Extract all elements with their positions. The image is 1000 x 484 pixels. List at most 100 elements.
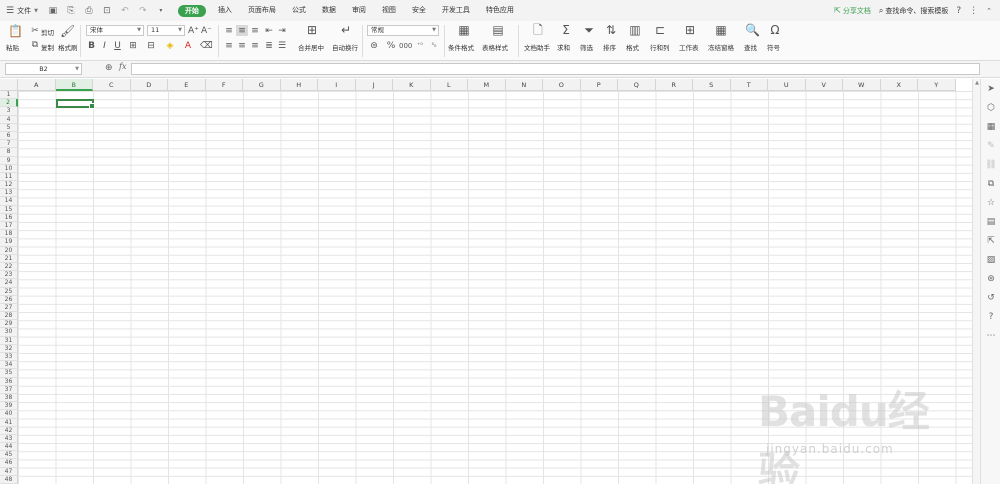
row-header[interactable]: 10	[0, 164, 18, 173]
row-header[interactable]: 27	[0, 303, 18, 313]
percent-icon[interactable]: %	[386, 41, 396, 51]
number-format-select[interactable]: 常规 ▼	[367, 25, 439, 36]
row-header[interactable]: 39	[0, 402, 18, 411]
row-header[interactable]: 40	[0, 410, 18, 419]
freeze-panes-icon[interactable]: ▦	[714, 24, 728, 36]
column-header[interactable]: X	[880, 79, 918, 91]
row-header[interactable]: 30	[0, 328, 18, 337]
sum-icon[interactable]: Σ	[559, 24, 573, 36]
row-header[interactable]: 31	[0, 336, 18, 345]
row-header[interactable]: 33	[0, 353, 18, 362]
font-size-select[interactable]: 11 ▼	[147, 25, 185, 36]
row-header[interactable]: 46	[0, 459, 18, 468]
column-header[interactable]: J	[355, 79, 393, 91]
increase-font-icon[interactable]: A⁺	[188, 26, 199, 36]
column-header[interactable]: A	[18, 79, 56, 91]
currency-icon[interactable]: ⊜	[368, 41, 380, 51]
column-header[interactable]: Q	[618, 79, 656, 91]
find-button[interactable]: 查找	[744, 42, 757, 52]
customize-toolbar-icon[interactable]: ▾	[154, 4, 168, 18]
more-icon[interactable]: ⋮	[969, 6, 978, 16]
row-header[interactable]: 11	[0, 172, 18, 182]
column-header[interactable]: N	[505, 79, 543, 91]
cut-button[interactable]: 剪切	[41, 27, 54, 37]
paste-button[interactable]: 粘贴	[6, 42, 19, 52]
row-header[interactable]: 14	[0, 197, 18, 206]
storage-icon[interactable]: ▤	[984, 215, 998, 229]
column-header[interactable]: U	[768, 79, 806, 91]
symbol-button[interactable]: 符号	[767, 42, 780, 52]
row-header[interactable]: 36	[0, 377, 18, 386]
row-header[interactable]: 28	[0, 312, 18, 321]
tab-data[interactable]: 数据	[314, 0, 344, 21]
column-header[interactable]: S	[693, 79, 731, 91]
tab-insert[interactable]: 插入	[210, 0, 240, 21]
italic-icon[interactable]: I	[100, 41, 109, 51]
file-menu[interactable]: ☰ 文件 ▼	[0, 0, 44, 21]
column-header[interactable]: E	[168, 79, 206, 91]
clear-format-icon[interactable]: ⌫	[200, 41, 213, 51]
align-right-icon[interactable]: ≡	[250, 41, 260, 51]
column-header[interactable]: L	[430, 79, 468, 91]
align-center-icon[interactable]: ≡	[237, 41, 247, 51]
row-header[interactable]: 26	[0, 295, 18, 304]
format-button[interactable]: 格式	[626, 42, 639, 52]
share-button[interactable]: ⇱ 分享文档	[834, 6, 871, 16]
tab-review[interactable]: 审阅	[344, 0, 374, 21]
column-header[interactable]: B	[55, 79, 93, 91]
history-icon[interactable]: ↺	[984, 291, 998, 305]
select-pointer-icon[interactable]: ➤	[984, 82, 998, 96]
align-top-icon[interactable]: ≡	[224, 26, 234, 36]
column-header[interactable]: T	[730, 79, 768, 91]
cell-area[interactable]	[18, 91, 972, 484]
freeze-panes-button[interactable]: 冻结窗格	[708, 42, 734, 52]
wrap-text-icon[interactable]: ↵	[338, 24, 354, 36]
row-header[interactable]: 9	[0, 156, 18, 165]
undo-icon[interactable]: ↶	[118, 4, 132, 18]
find-icon[interactable]: 🔍	[745, 24, 760, 36]
row-header[interactable]: 43	[0, 434, 18, 444]
column-header[interactable]: F	[205, 79, 243, 91]
row-header[interactable]: 2	[0, 99, 18, 108]
underline-icon[interactable]: U	[113, 41, 122, 51]
column-header[interactable]: I	[318, 79, 356, 91]
paste-icon[interactable]: 📋	[8, 25, 23, 37]
row-header[interactable]: 17	[0, 222, 18, 231]
column-header[interactable]: K	[393, 79, 431, 91]
column-header[interactable]: G	[243, 79, 281, 91]
format-painter-button[interactable]: 格式刷	[58, 42, 78, 52]
distribute-icon[interactable]: ☰	[277, 41, 287, 51]
select-all-corner[interactable]	[0, 79, 18, 91]
filter-icon[interactable]: ⏷	[582, 24, 596, 36]
column-header[interactable]: P	[580, 79, 618, 91]
fill-color-icon[interactable]: ◈	[164, 41, 176, 51]
row-header[interactable]: 20	[0, 246, 18, 255]
row-header[interactable]: 6	[0, 131, 18, 141]
row-header[interactable]: 8	[0, 148, 18, 157]
row-header[interactable]: 5	[0, 123, 18, 132]
column-header[interactable]: Y	[918, 79, 956, 91]
conditional-format-icon[interactable]: ▦	[456, 24, 472, 36]
row-header[interactable]: 22	[0, 262, 18, 272]
column-header[interactable]: O	[543, 79, 581, 91]
row-header[interactable]: 21	[0, 254, 18, 263]
row-header[interactable]: 25	[0, 287, 18, 296]
table-style-icon[interactable]: ▤	[490, 24, 506, 36]
row-header[interactable]: 16	[0, 213, 18, 222]
merge-center-icon[interactable]: ⊞	[304, 24, 320, 36]
document-helper-button[interactable]: 文档助手	[524, 42, 550, 52]
sort-button[interactable]: 排序	[603, 42, 616, 52]
name-box[interactable]: B2 ▼	[5, 63, 82, 75]
justify-icon[interactable]: ≣	[264, 41, 274, 51]
row-header[interactable]: 41	[0, 418, 18, 427]
decrease-decimal-icon[interactable]: ⁰₀	[428, 41, 440, 51]
merge-center-button[interactable]: 合并居中	[298, 42, 324, 52]
row-header[interactable]: 18	[0, 230, 18, 239]
row-header[interactable]: 15	[0, 205, 18, 214]
column-header[interactable]: D	[130, 79, 168, 91]
row-header[interactable]: 48	[0, 475, 18, 484]
row-header[interactable]: 34	[0, 361, 18, 370]
print-icon[interactable]: ⎙	[82, 4, 96, 18]
collapse-ribbon-icon[interactable]: ⌃	[986, 7, 992, 15]
worksheet-icon[interactable]: ⊞	[683, 24, 697, 36]
